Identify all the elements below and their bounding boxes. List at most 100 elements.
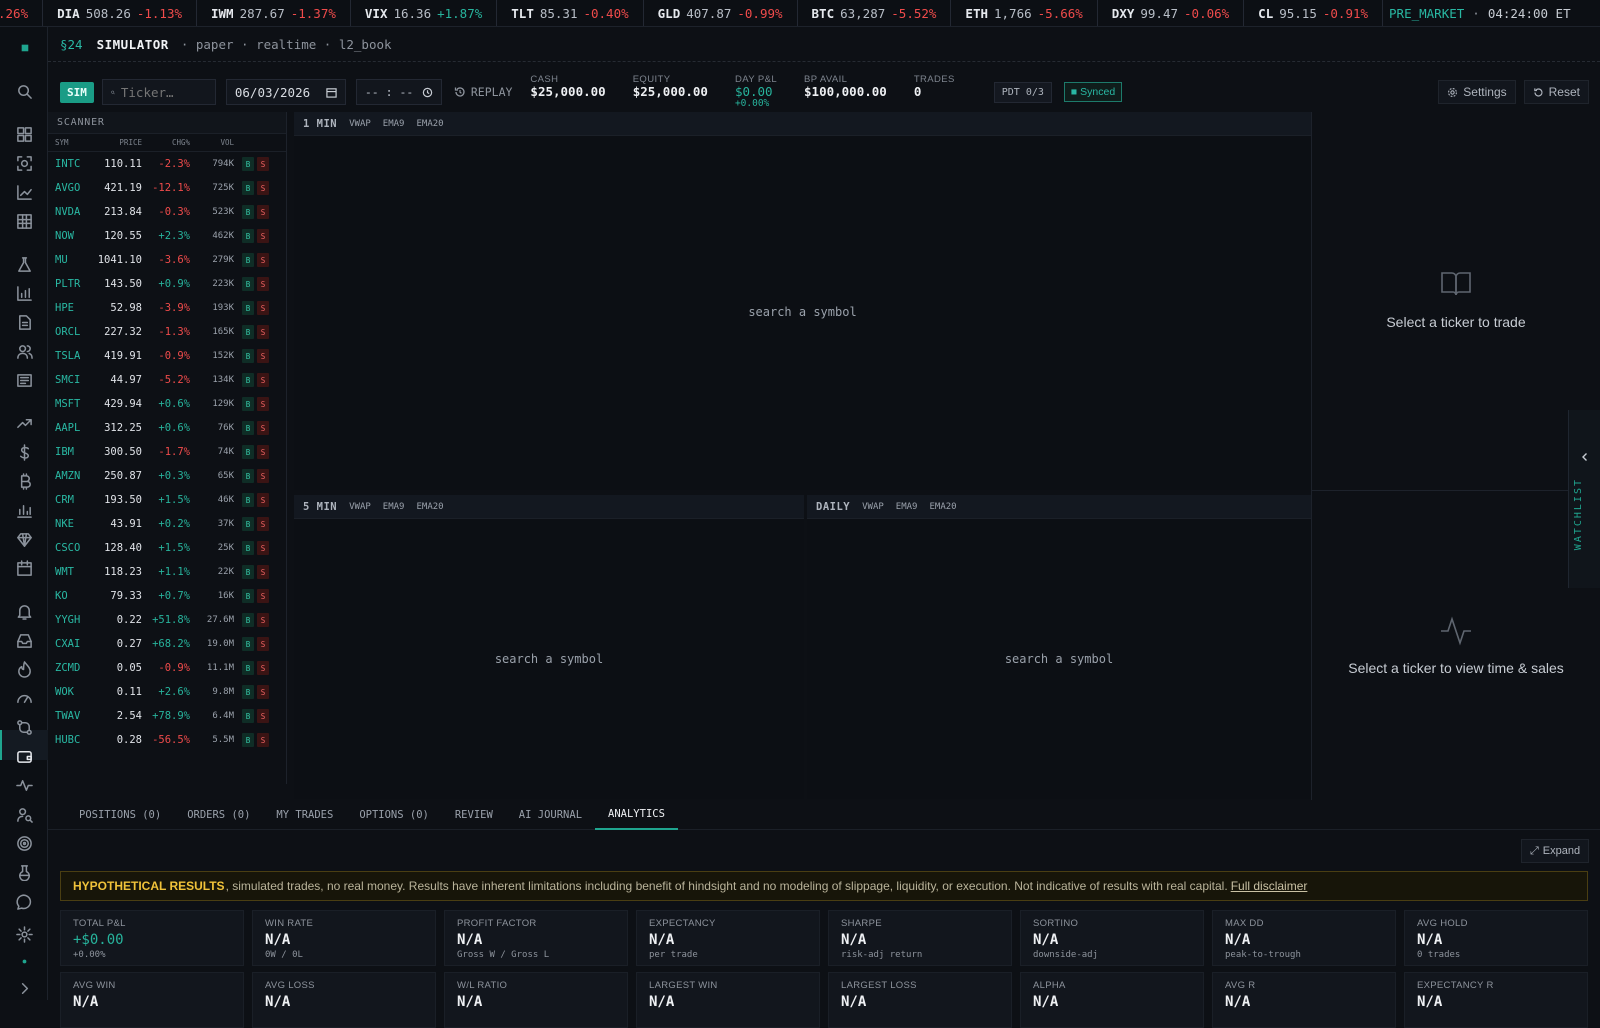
scanner-row[interactable]: ZCMD 0.05 -0.9% 11.1M B S [48, 656, 286, 680]
tab-my-trades[interactable]: MY TRADES [263, 800, 346, 830]
sell-button[interactable]: S [257, 517, 269, 531]
tab-analytics[interactable]: ANALYTICS [595, 800, 678, 830]
buy-button[interactable]: B [242, 301, 254, 315]
buy-button[interactable]: B [242, 421, 254, 435]
wallet-icon[interactable] [14, 746, 34, 766]
chart-5min[interactable]: 5 MIN VWAP EMA9 EMA20 search a symbol [294, 495, 804, 799]
chevron-right-icon[interactable] [14, 978, 34, 998]
ticker-search-box[interactable] [101, 79, 216, 105]
watchlist-toggle[interactable]: WATCHLIST [1568, 410, 1600, 588]
bitcoin-icon[interactable] [14, 471, 34, 491]
sell-button[interactable]: S [257, 397, 269, 411]
gem-icon[interactable] [14, 529, 34, 549]
scanner-row[interactable]: SMCI 44.97 -5.2% 134K B S [48, 368, 286, 392]
flame-icon[interactable] [14, 659, 34, 679]
flask-icon[interactable] [14, 254, 34, 274]
sell-button[interactable]: S [257, 733, 269, 747]
buy-button[interactable]: B [242, 469, 254, 483]
scanner-row[interactable]: CSCO 128.40 +1.5% 25K B S [48, 536, 286, 560]
scanner-row[interactable]: NKE 43.91 +0.2% 37K B S [48, 512, 286, 536]
scan-icon[interactable] [14, 153, 34, 173]
chat-icon[interactable] [14, 891, 34, 911]
column-chart-icon[interactable] [14, 500, 34, 520]
bell-icon[interactable] [14, 601, 34, 621]
buy-button[interactable]: B [242, 277, 254, 291]
row-symbol[interactable]: HUBC [48, 734, 94, 746]
expand-button[interactable]: ⤢ Expand [1521, 839, 1589, 863]
buy-button[interactable]: B [242, 709, 254, 723]
buy-button[interactable]: B [242, 661, 254, 675]
tab-ai-journal[interactable]: AI JOURNAL [506, 800, 595, 830]
sell-button[interactable]: S [257, 589, 269, 603]
sell-button[interactable]: S [257, 205, 269, 219]
sell-button[interactable]: S [257, 661, 269, 675]
buy-button[interactable]: B [242, 517, 254, 531]
row-symbol[interactable]: NVDA [48, 206, 94, 218]
newspaper-icon[interactable] [14, 370, 34, 390]
scanner-row[interactable]: NOW 120.55 +2.3% 462K B S [48, 224, 286, 248]
row-symbol[interactable]: CSCO [48, 542, 94, 554]
row-symbol[interactable]: AVGO [48, 182, 94, 194]
indicator-ema20[interactable]: EMA20 [416, 502, 443, 512]
ticker-item[interactable]: CL 95.15 -0.91% [1244, 0, 1384, 26]
row-symbol[interactable]: MU [48, 254, 94, 266]
sell-button[interactable]: S [257, 469, 269, 483]
search-icon[interactable] [14, 81, 34, 101]
row-symbol[interactable]: AAPL [48, 422, 94, 434]
scanner-row[interactable]: MU 1041.10 -3.6% 279K B S [48, 248, 286, 272]
sell-button[interactable]: S [257, 421, 269, 435]
full-disclaimer-link[interactable]: Full disclaimer [1231, 879, 1308, 893]
buy-button[interactable]: B [242, 397, 254, 411]
row-symbol[interactable]: WMT [48, 566, 94, 578]
row-symbol[interactable]: KO [48, 590, 94, 602]
buy-button[interactable]: B [242, 613, 254, 627]
beaker-icon[interactable] [14, 862, 34, 882]
inbox-icon[interactable] [14, 630, 34, 650]
buy-button[interactable]: B [242, 589, 254, 603]
chart-daily[interactable]: DAILY VWAP EMA9 EMA20 search a symbol [807, 495, 1311, 799]
date-field[interactable]: 06/03/2026 [225, 79, 346, 105]
sell-button[interactable]: S [257, 349, 269, 363]
indicator-ema9[interactable]: EMA9 [383, 502, 405, 512]
scanner-row[interactable]: IBM 300.50 -1.7% 74K B S [48, 440, 286, 464]
sell-button[interactable]: S [257, 301, 269, 315]
indicator-vwap[interactable]: VWAP [349, 119, 371, 129]
sell-button[interactable]: S [257, 325, 269, 339]
row-symbol[interactable]: IBM [48, 446, 94, 458]
sell-button[interactable]: S [257, 565, 269, 579]
row-symbol[interactable]: CRM [48, 494, 94, 506]
tab-options[interactable]: OPTIONS (0) [346, 800, 442, 830]
line-chart-icon[interactable] [14, 182, 34, 202]
activity-icon[interactable] [14, 775, 34, 795]
gauge-icon[interactable] [14, 688, 34, 708]
ticker-item[interactable]: GLD 407.87 -0.99% [644, 0, 798, 26]
scanner-row[interactable]: WOK 0.11 +2.6% 9.8M B S [48, 680, 286, 704]
users-icon[interactable] [14, 341, 34, 361]
sim-mode-badge[interactable]: SIM [60, 81, 94, 103]
col-price[interactable]: PRICE [94, 138, 142, 147]
grid-icon[interactable] [14, 211, 34, 231]
scanner-row[interactable]: CXAI 0.27 +68.2% 19.0M B S [48, 632, 286, 656]
sell-button[interactable]: S [257, 445, 269, 459]
scanner-row[interactable]: CRM 193.50 +1.5% 46K B S [48, 488, 286, 512]
buy-button[interactable]: B [242, 253, 254, 267]
scanner-row[interactable]: AVGO 421.19 -12.1% 725K B S [48, 176, 286, 200]
buy-button[interactable]: B [242, 373, 254, 387]
buy-button[interactable]: B [242, 325, 254, 339]
document-icon[interactable] [14, 312, 34, 332]
gear-icon[interactable] [14, 924, 34, 944]
scanner-row[interactable]: AMZN 250.87 +0.3% 65K B S [48, 464, 286, 488]
buy-button[interactable]: B [242, 565, 254, 579]
sell-button[interactable]: S [257, 277, 269, 291]
scanner-row[interactable]: WMT 118.23 +1.1% 22K B S [48, 560, 286, 584]
time-field[interactable]: -- : -- [355, 79, 442, 105]
scanner-row[interactable]: YYGH 0.22 +51.8% 27.6M B S [48, 608, 286, 632]
user-search-icon[interactable] [14, 804, 34, 824]
sell-button[interactable]: S [257, 229, 269, 243]
scanner-row[interactable]: MSFT 429.94 +0.6% 129K B S [48, 392, 286, 416]
row-symbol[interactable]: WOK [48, 686, 94, 698]
row-symbol[interactable]: YYGH [48, 614, 94, 626]
buy-button[interactable]: B [242, 493, 254, 507]
scanner-row[interactable]: ORCL 227.32 -1.3% 165K B S [48, 320, 286, 344]
row-symbol[interactable]: INTC [48, 158, 94, 170]
